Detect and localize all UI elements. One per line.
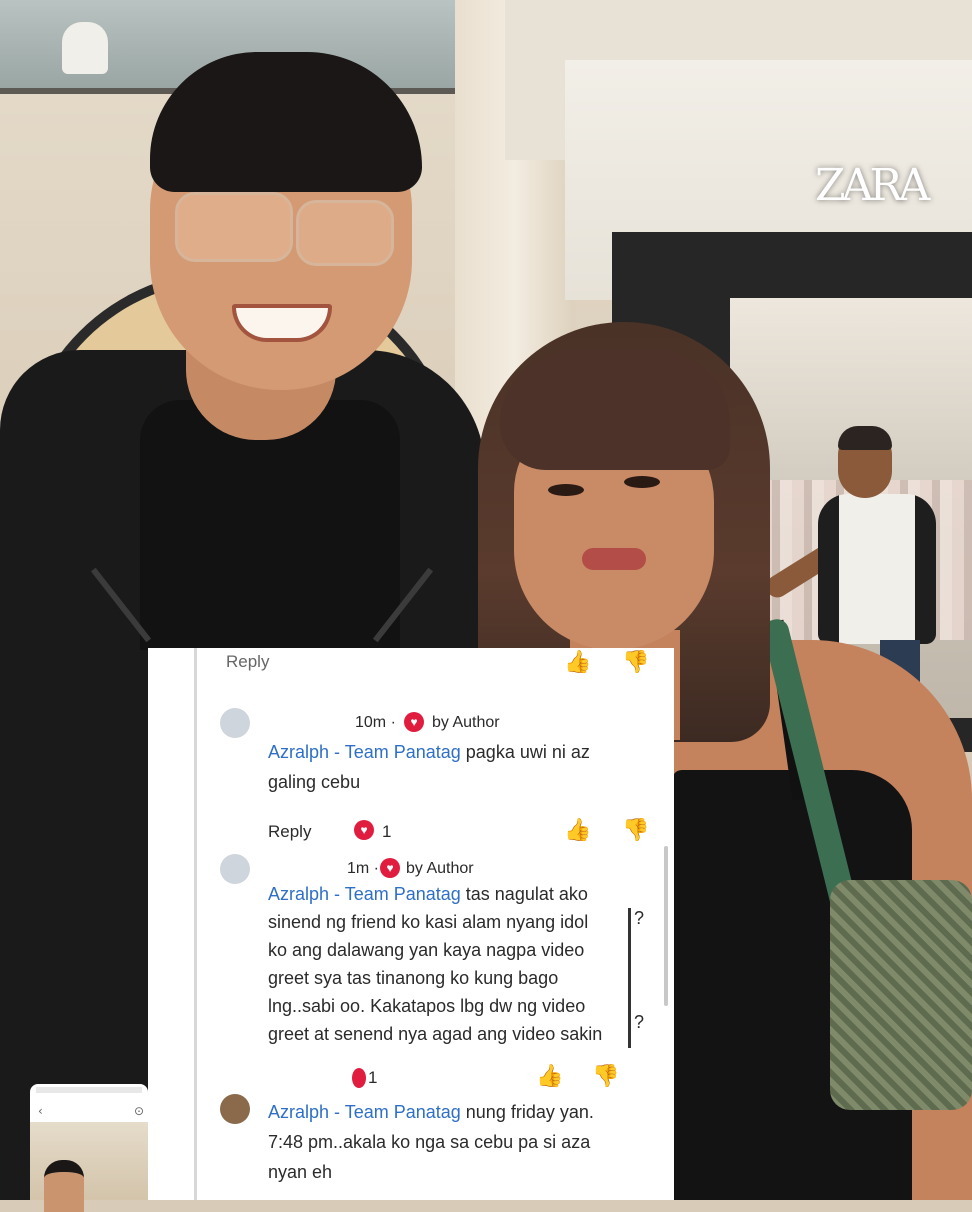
comment-line: galing cebu [268, 772, 361, 792]
status-bar [36, 1087, 142, 1093]
thumbs-down-icon[interactable]: 👎 [622, 650, 649, 675]
side-mark: ? [634, 908, 645, 928]
comment-author-name[interactable]: Azralph - Team Panatag [268, 1102, 461, 1122]
side-mark: ? [634, 1012, 645, 1032]
comment-author-name[interactable]: Azralph - Team Panatag [268, 884, 461, 904]
avatar [220, 854, 250, 884]
author-badge: by Author [432, 714, 500, 731]
woman-eye-left [548, 484, 584, 496]
comment-time: 1m · [347, 860, 379, 877]
comment-time: 10m · [355, 714, 396, 731]
thumbs-up-icon[interactable]: 👍 [564, 650, 591, 675]
heart-count: 1 [382, 822, 392, 841]
comment-line: lng..sabi oo. Kakatapos lbg dw ng video [268, 996, 586, 1016]
comment-author-name[interactable]: Azralph - Team Panatag [268, 742, 461, 762]
reply-button-top[interactable]: Reply [226, 652, 269, 672]
store-logo: ZARA [815, 160, 930, 211]
glasses-left-lens [175, 192, 293, 262]
share-icon[interactable]: ⊙ [134, 1104, 144, 1118]
comment-line: Azralph - Team Panatag tas nagulat ako [268, 884, 588, 904]
thumbs-up-icon[interactable]: 👍 [564, 818, 591, 843]
comments-screenshot: Reply 👍 👎 10m · ♥ by Author Azralph - Te… [148, 648, 674, 1200]
thumbs-up-icon[interactable]: 👍 [536, 1064, 563, 1089]
thumbs-down-icon[interactable]: 👎 [592, 1064, 619, 1089]
background-person-hair [838, 426, 892, 450]
woman-lips [582, 548, 646, 570]
background-person [818, 494, 936, 644]
comment-line: sinend ng friend ko kasi alam nyang idol [268, 912, 589, 932]
heart-icon: ♥ [354, 820, 374, 840]
scrollbar[interactable] [664, 846, 668, 1006]
avatar [220, 1094, 250, 1124]
avatar [220, 708, 250, 738]
chevron-left-icon[interactable]: ‹ [38, 1104, 43, 1118]
thread-line [194, 648, 197, 1200]
comment-line: Azralph - Team Panatag nung friday yan. [268, 1102, 594, 1122]
overlay-scroll-indicator [628, 908, 631, 1048]
woman-eye-right [624, 476, 660, 488]
author-badge: by Author [406, 860, 474, 877]
heart-icon: ♥ [404, 712, 424, 732]
woman-bangs [500, 350, 730, 470]
handbag [830, 880, 972, 1110]
thumbnail-person [44, 1160, 84, 1212]
comment-line: Azralph - Team Panatag pagka uwi ni az [268, 742, 590, 762]
heart-icon: ♥ [380, 858, 400, 878]
comment-line: greet sya tas tinanong ko kung bago [268, 968, 559, 988]
thumbs-down-icon[interactable]: 👎 [622, 818, 649, 843]
statue [62, 22, 108, 74]
comment-line: nyan eh [268, 1162, 333, 1182]
heart-icon [352, 1068, 366, 1088]
comment-line: ko ang dalawang yan kaya nagpa video [268, 940, 585, 960]
comment-line: greet at senend nya agad ang video sakin [268, 1024, 603, 1044]
heart-count: 1 [368, 1068, 378, 1087]
reply-button[interactable]: Reply [268, 822, 311, 842]
glasses-right-lens [296, 200, 394, 266]
comment-line: 7:48 pm..akala ko nga sa cebu pa si aza [268, 1132, 591, 1152]
